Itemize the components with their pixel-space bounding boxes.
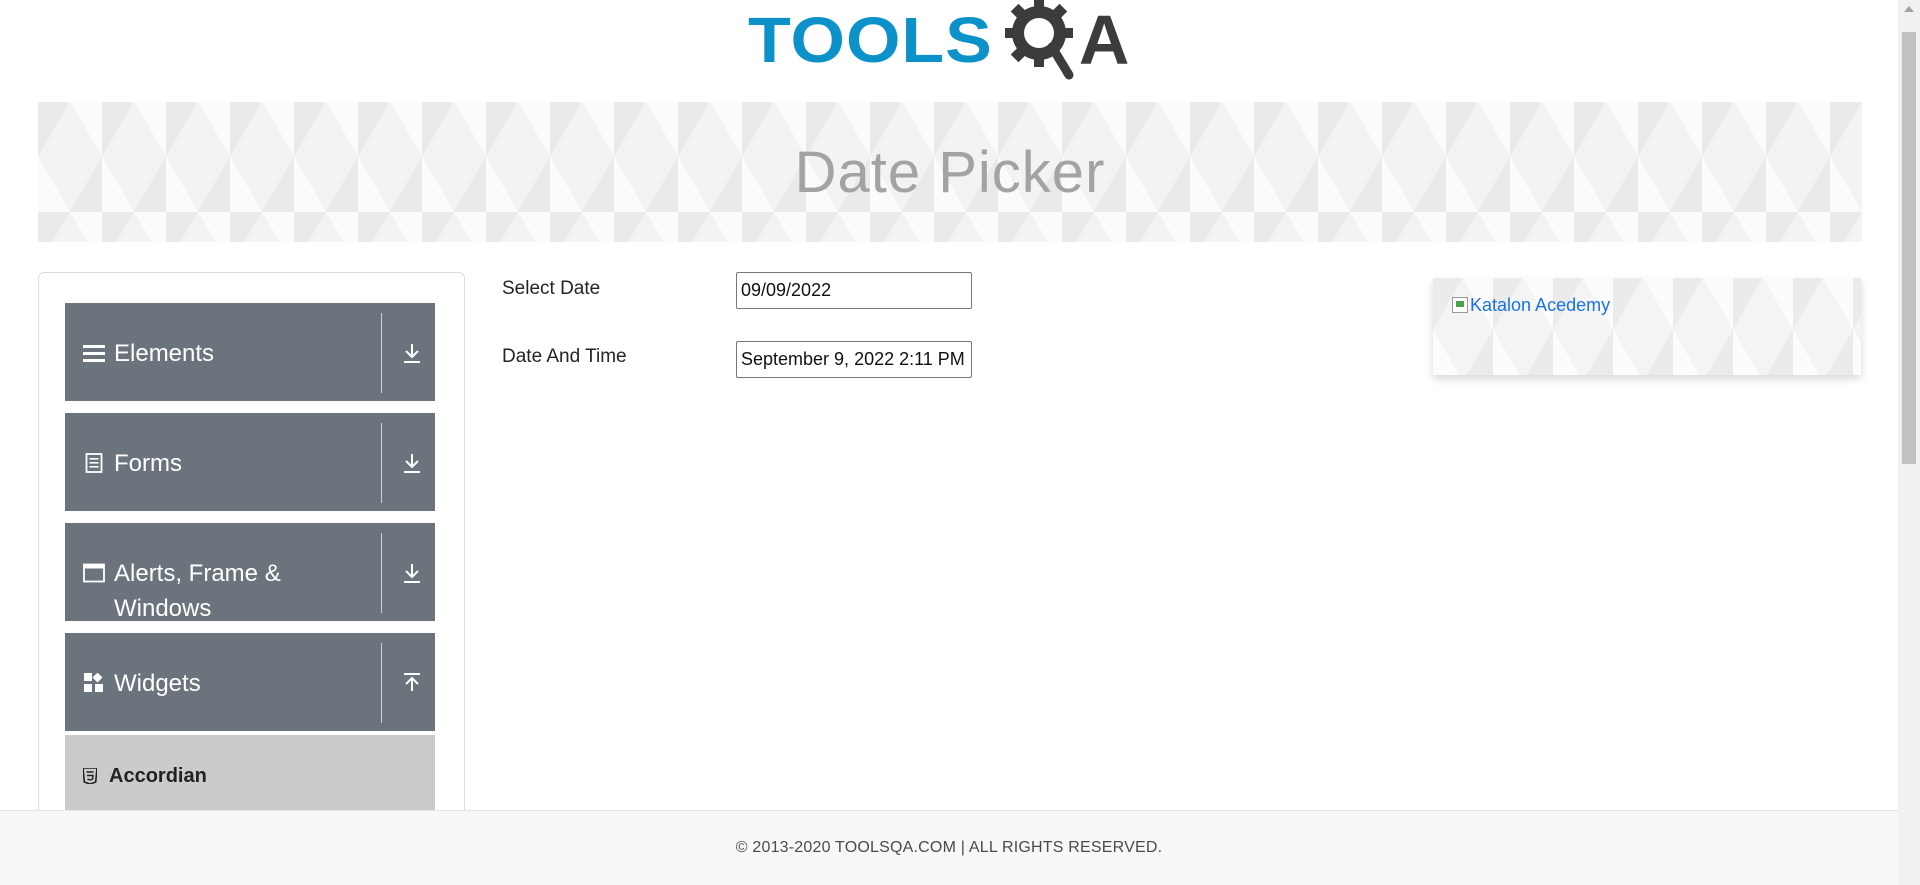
hamburger-icon xyxy=(83,342,105,364)
window-icon xyxy=(83,562,105,584)
download-arrow-icon[interactable] xyxy=(400,341,424,365)
gear-icon xyxy=(997,0,1087,83)
page: TOOLS A Date Picker Elements Forms Alert… xyxy=(0,0,1920,885)
divider xyxy=(381,643,382,723)
sidebar-group-label: Widgets xyxy=(114,670,201,697)
ad-alt-text: Katalon Acedemy xyxy=(1470,295,1611,315)
ad-banner: Katalon Acedemy xyxy=(1433,278,1861,375)
toolsqa-logo[interactable]: TOOLS A xyxy=(748,0,1153,92)
katalon-ad-link[interactable]: Katalon Acedemy xyxy=(1452,295,1610,316)
sidebar-panel: Elements Forms Alerts, Frame & Windows W… xyxy=(38,272,465,885)
sidebar-group-forms[interactable]: Forms xyxy=(65,413,435,511)
vertical-scrollbar[interactable] xyxy=(1898,0,1920,885)
copyright-text: © 2013-2020 TOOLSQA.COM | ALL RIGHTS RES… xyxy=(735,839,1163,856)
select-date-label: Select Date xyxy=(502,278,601,299)
sidebar-group-alerts-frame-windows[interactable]: Alerts, Frame & Windows xyxy=(65,523,435,622)
download-arrow-icon[interactable] xyxy=(400,451,424,475)
scroll-up-arrow-icon[interactable] xyxy=(1904,6,1914,12)
sidebar-group-elements[interactable]: Elements xyxy=(65,303,435,401)
sidebar-item-label: Accordian xyxy=(109,764,207,787)
sidebar-group-label: Elements xyxy=(114,340,215,367)
logo-tools-text: TOOLS xyxy=(748,4,993,76)
document-icon xyxy=(83,452,105,474)
page-title: Date Picker xyxy=(794,139,1106,205)
sidebar-group-label: Forms xyxy=(114,450,182,477)
select-date-input[interactable] xyxy=(736,272,972,309)
broken-image-icon xyxy=(1452,297,1468,313)
sidebar-group-widgets[interactable]: Widgets xyxy=(65,633,435,731)
widgets-icon xyxy=(83,672,105,694)
download-arrow-icon[interactable] xyxy=(400,561,424,585)
html5-icon xyxy=(83,767,99,785)
sidebar-group-label: Alerts, Frame & Windows xyxy=(114,560,281,622)
date-and-time-label: Date And Time xyxy=(502,346,627,367)
footer: © 2013-2020 TOOLSQA.COM | ALL RIGHTS RES… xyxy=(0,810,1898,885)
page-banner: Date Picker xyxy=(38,102,1862,242)
divider xyxy=(381,533,382,613)
sidebar-item-accordian[interactable]: Accordian xyxy=(65,735,435,817)
divider xyxy=(381,313,382,393)
date-and-time-input[interactable] xyxy=(736,341,972,378)
scrollbar-thumb[interactable] xyxy=(1902,32,1916,464)
logo-a-text: A xyxy=(1078,1,1130,79)
upload-arrow-icon[interactable] xyxy=(400,671,424,695)
divider xyxy=(381,423,382,503)
